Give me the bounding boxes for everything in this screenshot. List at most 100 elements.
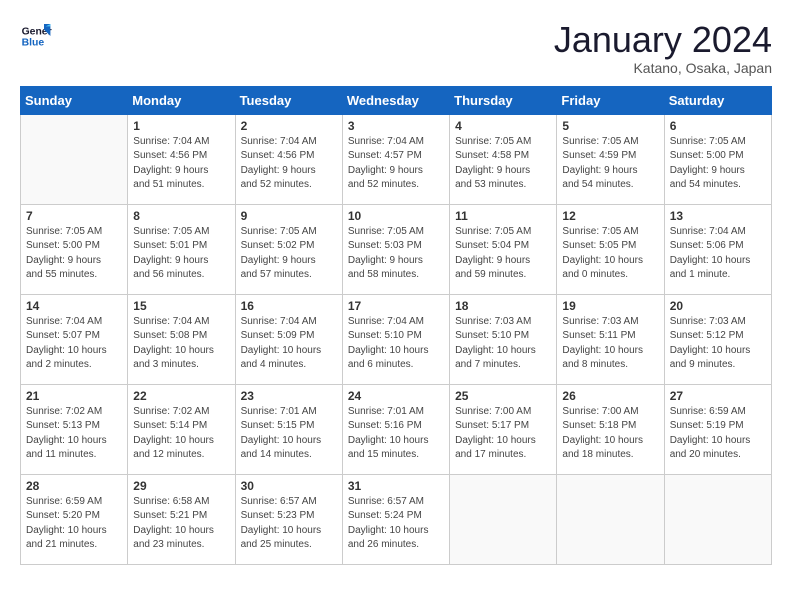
calendar-cell bbox=[557, 474, 664, 564]
day-info: Sunrise: 7:04 AM Sunset: 5:08 PM Dayligh… bbox=[133, 315, 229, 373]
calendar-cell: 13 Sunrise: 7:04 AM Sunset: 5:06 PM Dayli… bbox=[664, 204, 771, 294]
weekday-header: Sunday bbox=[21, 86, 128, 114]
weekday-header: Thursday bbox=[450, 86, 557, 114]
day-number: 4 bbox=[455, 119, 551, 133]
day-number: 1 bbox=[133, 119, 229, 133]
calendar-cell: 30 Sunrise: 6:57 AM Sunset: 5:23 PM Dayli… bbox=[235, 474, 342, 564]
day-info: Sunrise: 7:05 AM Sunset: 5:01 PM Dayligh… bbox=[133, 225, 229, 283]
weekday-header: Wednesday bbox=[342, 86, 449, 114]
day-number: 19 bbox=[562, 299, 658, 313]
calendar-cell: 8Sunrise: 7:05 AM Sunset: 5:01 PM Daylig… bbox=[128, 204, 235, 294]
calendar-cell: 5 Sunrise: 7:05 AM Sunset: 4:59 PM Daylig… bbox=[557, 114, 664, 204]
day-info: Sunrise: 6:57 AM Sunset: 5:24 PM Dayligh… bbox=[348, 495, 444, 553]
weekday-header-row: SundayMondayTuesdayWednesdayThursdayFrid… bbox=[21, 86, 772, 114]
location-subtitle: Katano, Osaka, Japan bbox=[554, 60, 772, 76]
day-info: Sunrise: 7:05 AM Sunset: 4:59 PM Dayligh… bbox=[562, 135, 658, 193]
calendar-cell: 10Sunrise: 7:05 AM Sunset: 5:03 PM Dayli… bbox=[342, 204, 449, 294]
day-info: Sunrise: 7:04 AM Sunset: 4:57 PM Dayligh… bbox=[348, 135, 444, 193]
day-number: 28 bbox=[26, 479, 122, 493]
day-info: Sunrise: 7:04 AM Sunset: 4:56 PM Dayligh… bbox=[133, 135, 229, 193]
weekday-header: Saturday bbox=[664, 86, 771, 114]
calendar-cell bbox=[664, 474, 771, 564]
day-info: Sunrise: 6:59 AM Sunset: 5:19 PM Dayligh… bbox=[670, 405, 766, 463]
day-number: 14 bbox=[26, 299, 122, 313]
day-info: Sunrise: 7:02 AM Sunset: 5:13 PM Dayligh… bbox=[26, 405, 122, 463]
day-info: Sunrise: 6:59 AM Sunset: 5:20 PM Dayligh… bbox=[26, 495, 122, 553]
calendar-week-row: 21 Sunrise: 7:02 AM Sunset: 5:13 PM Dayli… bbox=[21, 384, 772, 474]
day-info: Sunrise: 7:02 AM Sunset: 5:14 PM Dayligh… bbox=[133, 405, 229, 463]
calendar-cell bbox=[21, 114, 128, 204]
weekday-header: Tuesday bbox=[235, 86, 342, 114]
calendar-cell: 23 Sunrise: 7:01 AM Sunset: 5:15 PM Dayli… bbox=[235, 384, 342, 474]
day-number: 2 bbox=[241, 119, 337, 133]
day-number: 3 bbox=[348, 119, 444, 133]
calendar-cell: 6Sunrise: 7:05 AM Sunset: 5:00 PM Daylig… bbox=[664, 114, 771, 204]
day-info: Sunrise: 6:58 AM Sunset: 5:21 PM Dayligh… bbox=[133, 495, 229, 553]
day-number: 26 bbox=[562, 389, 658, 403]
calendar-week-row: 28 Sunrise: 6:59 AM Sunset: 5:20 PM Dayli… bbox=[21, 474, 772, 564]
day-info: Sunrise: 7:05 AM Sunset: 4:58 PM Dayligh… bbox=[455, 135, 551, 193]
calendar-cell: 4 Sunrise: 7:05 AM Sunset: 4:58 PM Daylig… bbox=[450, 114, 557, 204]
calendar-cell: 18Sunrise: 7:03 AM Sunset: 5:10 PM Dayli… bbox=[450, 294, 557, 384]
calendar-cell: 22 Sunrise: 7:02 AM Sunset: 5:14 PM Dayli… bbox=[128, 384, 235, 474]
calendar-cell: 14 Sunrise: 7:04 AM Sunset: 5:07 PM Dayli… bbox=[21, 294, 128, 384]
day-info: Sunrise: 7:00 AM Sunset: 5:18 PM Dayligh… bbox=[562, 405, 658, 463]
calendar-cell: 26 Sunrise: 7:00 AM Sunset: 5:18 PM Dayli… bbox=[557, 384, 664, 474]
calendar-cell: 27 Sunrise: 6:59 AM Sunset: 5:19 PM Dayli… bbox=[664, 384, 771, 474]
calendar-cell: 24Sunrise: 7:01 AM Sunset: 5:16 PM Dayli… bbox=[342, 384, 449, 474]
calendar-cell: 1 Sunrise: 7:04 AM Sunset: 4:56 PM Daylig… bbox=[128, 114, 235, 204]
calendar-week-row: 1 Sunrise: 7:04 AM Sunset: 4:56 PM Daylig… bbox=[21, 114, 772, 204]
day-info: Sunrise: 7:03 AM Sunset: 5:11 PM Dayligh… bbox=[562, 315, 658, 373]
day-number: 21 bbox=[26, 389, 122, 403]
day-number: 13 bbox=[670, 209, 766, 223]
calendar-cell: 15 Sunrise: 7:04 AM Sunset: 5:08 PM Dayli… bbox=[128, 294, 235, 384]
day-info: Sunrise: 7:04 AM Sunset: 5:10 PM Dayligh… bbox=[348, 315, 444, 373]
day-number: 6 bbox=[670, 119, 766, 133]
day-info: Sunrise: 7:04 AM Sunset: 4:56 PM Dayligh… bbox=[241, 135, 337, 193]
calendar-cell: 31Sunrise: 6:57 AM Sunset: 5:24 PM Dayli… bbox=[342, 474, 449, 564]
day-info: Sunrise: 7:04 AM Sunset: 5:07 PM Dayligh… bbox=[26, 315, 122, 373]
calendar-cell: 25 Sunrise: 7:00 AM Sunset: 5:17 PM Dayli… bbox=[450, 384, 557, 474]
day-number: 5 bbox=[562, 119, 658, 133]
calendar-cell: 28 Sunrise: 6:59 AM Sunset: 5:20 PM Dayli… bbox=[21, 474, 128, 564]
calendar-cell bbox=[450, 474, 557, 564]
day-info: Sunrise: 7:05 AM Sunset: 5:02 PM Dayligh… bbox=[241, 225, 337, 283]
calendar-cell: 7 Sunrise: 7:05 AM Sunset: 5:00 PM Daylig… bbox=[21, 204, 128, 294]
calendar-cell: 17 Sunrise: 7:04 AM Sunset: 5:10 PM Dayli… bbox=[342, 294, 449, 384]
day-info: Sunrise: 7:04 AM Sunset: 5:09 PM Dayligh… bbox=[241, 315, 337, 373]
day-number: 27 bbox=[670, 389, 766, 403]
page-header: General Blue January 2024 Katano, Osaka,… bbox=[20, 20, 772, 76]
calendar-table: SundayMondayTuesdayWednesdayThursdayFrid… bbox=[20, 86, 772, 565]
day-info: Sunrise: 7:04 AM Sunset: 5:06 PM Dayligh… bbox=[670, 225, 766, 283]
logo-icon: General Blue bbox=[20, 20, 52, 52]
title-block: January 2024 Katano, Osaka, Japan bbox=[554, 20, 772, 76]
day-number: 9 bbox=[241, 209, 337, 223]
calendar-cell: 16 Sunrise: 7:04 AM Sunset: 5:09 PM Dayli… bbox=[235, 294, 342, 384]
calendar-cell: 21 Sunrise: 7:02 AM Sunset: 5:13 PM Dayli… bbox=[21, 384, 128, 474]
day-info: Sunrise: 7:03 AM Sunset: 5:10 PM Dayligh… bbox=[455, 315, 551, 373]
day-info: Sunrise: 6:57 AM Sunset: 5:23 PM Dayligh… bbox=[241, 495, 337, 553]
svg-text:Blue: Blue bbox=[22, 38, 45, 49]
day-info: Sunrise: 7:05 AM Sunset: 5:00 PM Dayligh… bbox=[26, 225, 122, 283]
day-number: 15 bbox=[133, 299, 229, 313]
weekday-header: Monday bbox=[128, 86, 235, 114]
calendar-cell: 19 Sunrise: 7:03 AM Sunset: 5:11 PM Dayli… bbox=[557, 294, 664, 384]
calendar-week-row: 7 Sunrise: 7:05 AM Sunset: 5:00 PM Daylig… bbox=[21, 204, 772, 294]
logo: General Blue bbox=[20, 20, 52, 52]
calendar-cell: 11Sunrise: 7:05 AM Sunset: 5:04 PM Dayli… bbox=[450, 204, 557, 294]
day-number: 22 bbox=[133, 389, 229, 403]
calendar-cell: 20Sunrise: 7:03 AM Sunset: 5:12 PM Dayli… bbox=[664, 294, 771, 384]
calendar-cell: 2 Sunrise: 7:04 AM Sunset: 4:56 PM Daylig… bbox=[235, 114, 342, 204]
day-number: 7 bbox=[26, 209, 122, 223]
calendar-week-row: 14 Sunrise: 7:04 AM Sunset: 5:07 PM Dayli… bbox=[21, 294, 772, 384]
day-number: 20 bbox=[670, 299, 766, 313]
day-number: 25 bbox=[455, 389, 551, 403]
day-number: 23 bbox=[241, 389, 337, 403]
day-number: 30 bbox=[241, 479, 337, 493]
weekday-header: Friday bbox=[557, 86, 664, 114]
calendar-cell: 29Sunrise: 6:58 AM Sunset: 5:21 PM Dayli… bbox=[128, 474, 235, 564]
day-info: Sunrise: 7:00 AM Sunset: 5:17 PM Dayligh… bbox=[455, 405, 551, 463]
day-info: Sunrise: 7:01 AM Sunset: 5:15 PM Dayligh… bbox=[241, 405, 337, 463]
day-number: 17 bbox=[348, 299, 444, 313]
day-number: 16 bbox=[241, 299, 337, 313]
